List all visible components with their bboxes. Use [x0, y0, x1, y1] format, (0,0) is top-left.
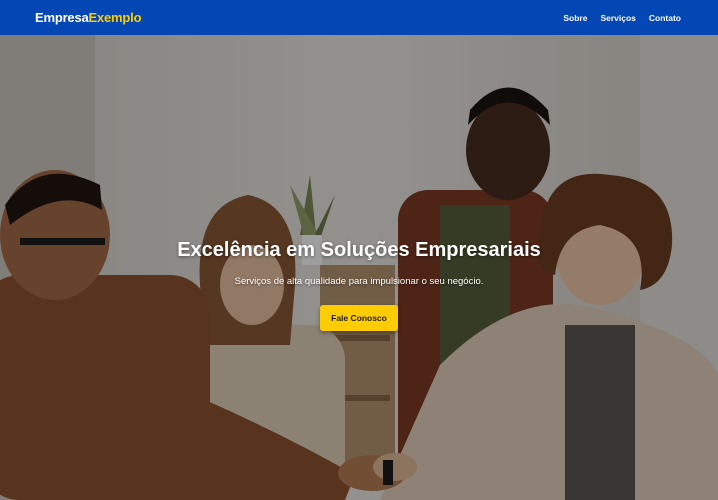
brand-logo-part2: Exemplo — [88, 10, 142, 25]
top-navbar: EmpresaExemplo Sobre Serviços Contato — [0, 0, 718, 35]
hero-title: Excelência em Soluções Empresariais — [177, 239, 541, 261]
brand-logo[interactable]: EmpresaExemplo — [35, 10, 142, 25]
contact-button[interactable]: Fale Conosco — [320, 305, 398, 331]
hero-subtitle: Serviços de alta qualidade para impulsio… — [234, 276, 484, 287]
hero-content: Excelência em Soluções Empresariais Serv… — [0, 35, 718, 500]
nav-link-sobre[interactable]: Sobre — [563, 13, 587, 23]
hero-section: Excelência em Soluções Empresariais Serv… — [0, 35, 718, 500]
nav-link-servicos[interactable]: Serviços — [600, 13, 635, 23]
brand-logo-part1: Empresa — [35, 10, 89, 25]
nav-links: Sobre Serviços Contato — [563, 13, 681, 23]
nav-link-contato[interactable]: Contato — [649, 13, 681, 23]
